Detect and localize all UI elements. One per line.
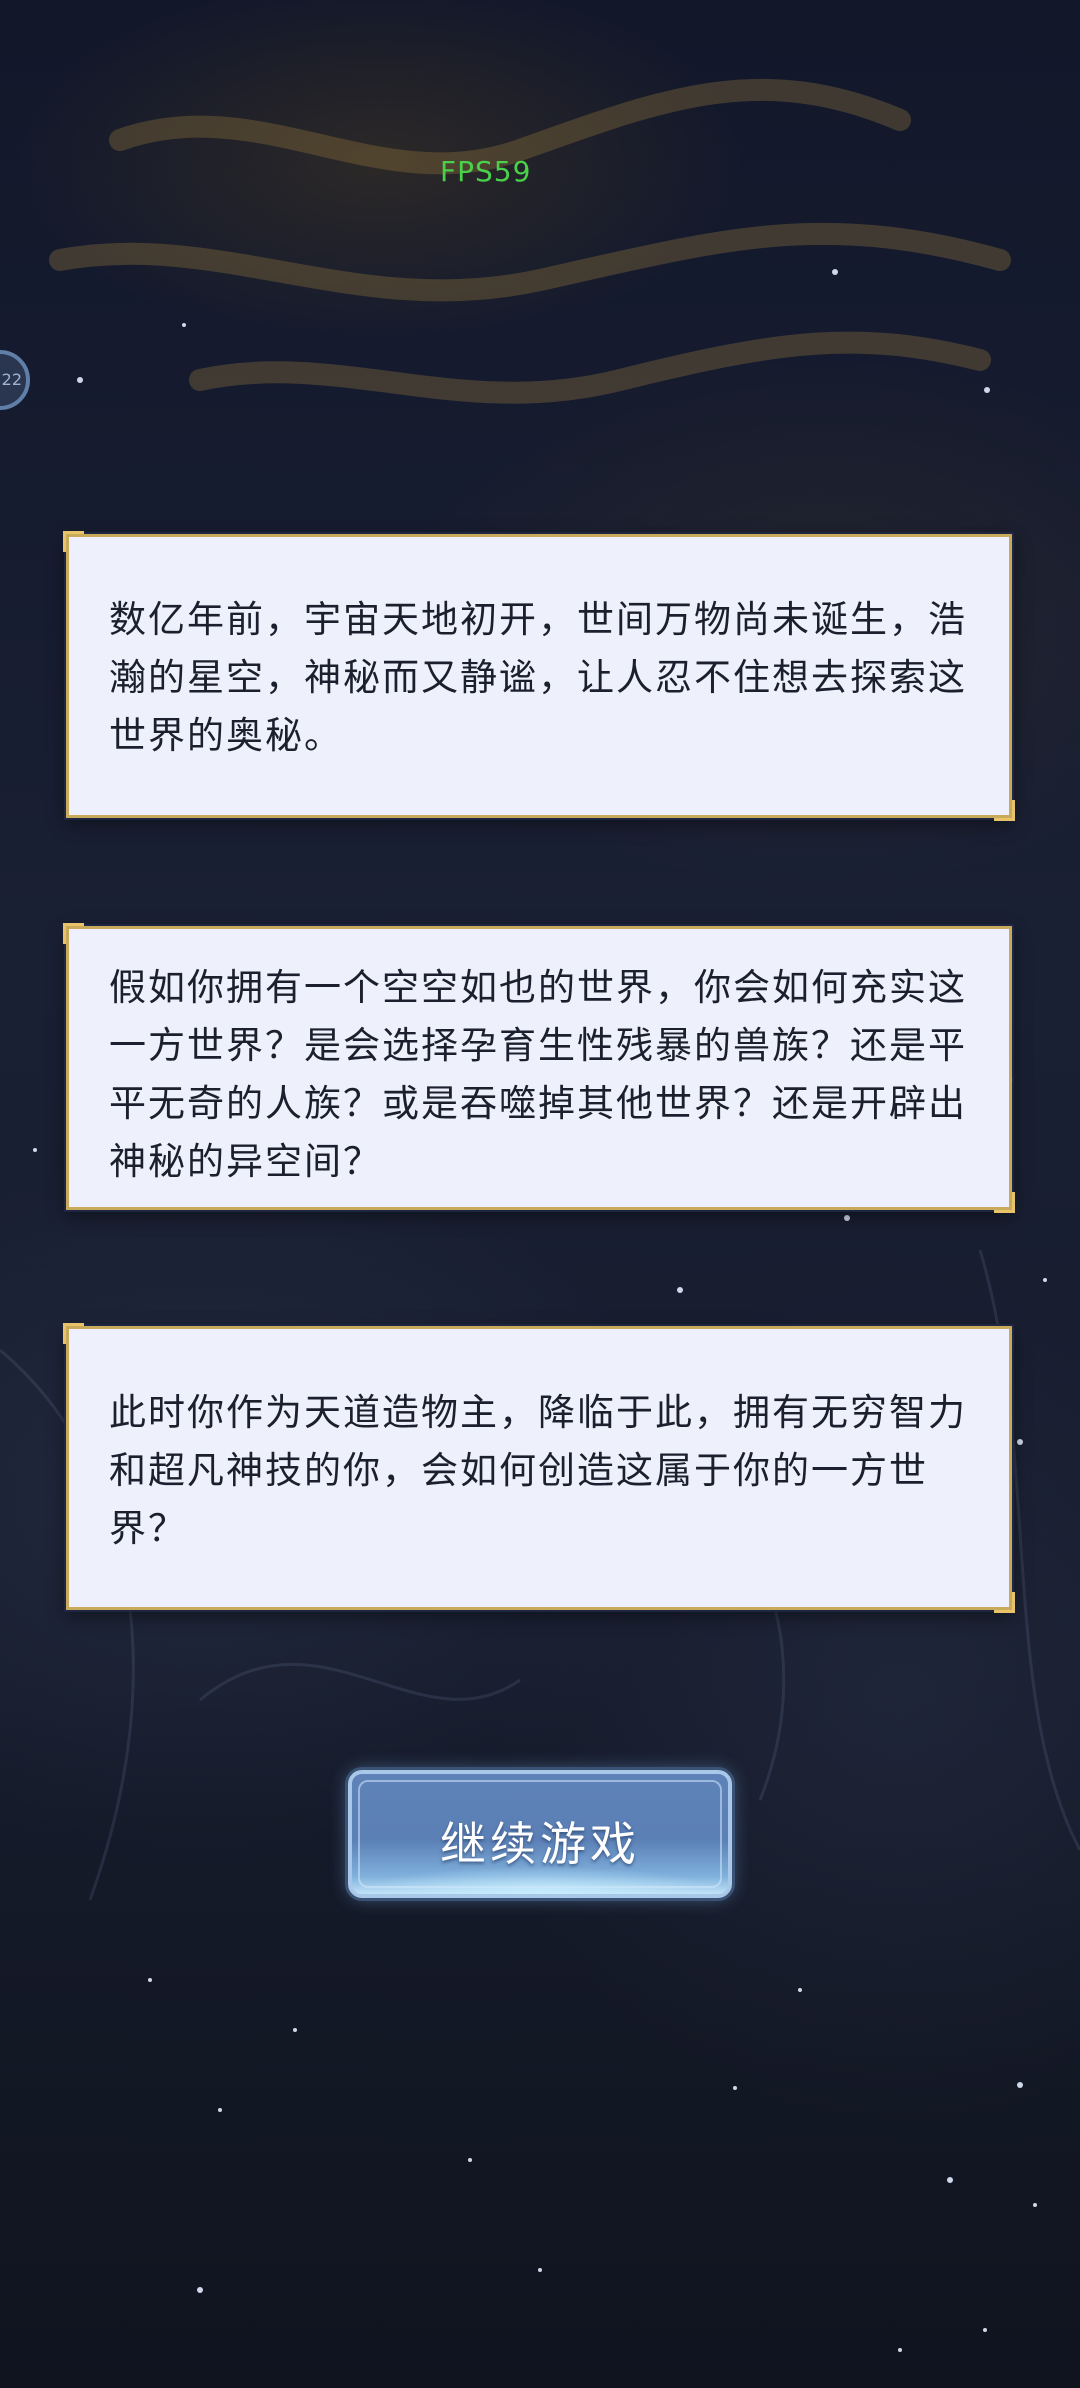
story-paragraph-1: 数亿年前，宇宙天地初开，世间万物尚未诞生，浩瀚的星空，神秘而又静谧，让人忍不住想… — [109, 598, 967, 757]
story-paragraph-2: 假如你拥有一个空空如也的世界，你会如何充实这一方世界？是会选择孕育生性残暴的兽族… — [109, 966, 967, 1183]
game-scene: FPS59 22 数亿年前，宇宙天地初开，世间万物尚未诞生，浩瀚的星空，神秘而又… — [0, 0, 1080, 2388]
story-panel-3: 此时你作为天道造物主，降临于此，拥有无穷智力和超凡神技的你，会如何创造这属于你的… — [63, 1323, 1015, 1613]
story-paragraph-3: 此时你作为天道造物主，降临于此，拥有无穷智力和超凡神技的你，会如何创造这属于你的… — [109, 1391, 967, 1550]
story-panel-2: 假如你拥有一个空空如也的世界，你会如何充实这一方世界？是会选择孕育生性残暴的兽族… — [63, 923, 1015, 1213]
continue-game-label: 继续游戏 — [440, 1817, 640, 1871]
continue-game-button[interactable]: 继续游戏 — [348, 1770, 732, 1898]
fps-counter: FPS59 — [440, 155, 532, 188]
story-panel-1: 数亿年前，宇宙天地初开，世间万物尚未诞生，浩瀚的星空，神秘而又静谧，让人忍不住想… — [63, 531, 1015, 821]
